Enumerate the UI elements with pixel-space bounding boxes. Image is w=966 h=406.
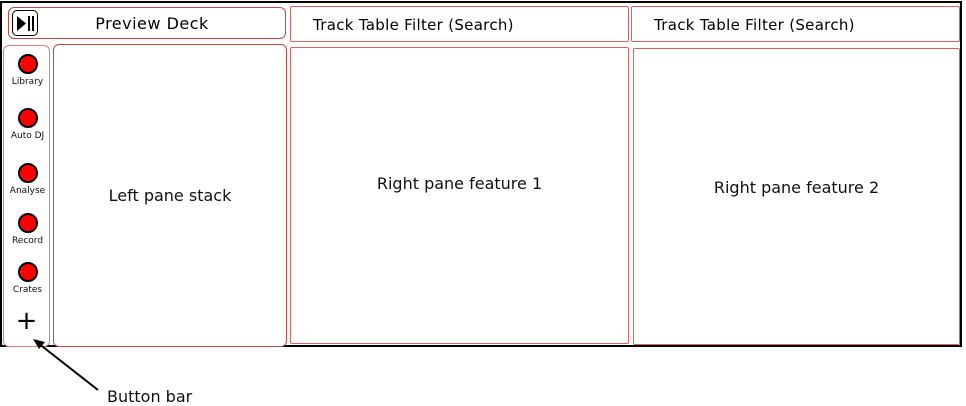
annotation-arrow (33, 339, 99, 391)
annotation-label: Button bar (107, 387, 193, 406)
